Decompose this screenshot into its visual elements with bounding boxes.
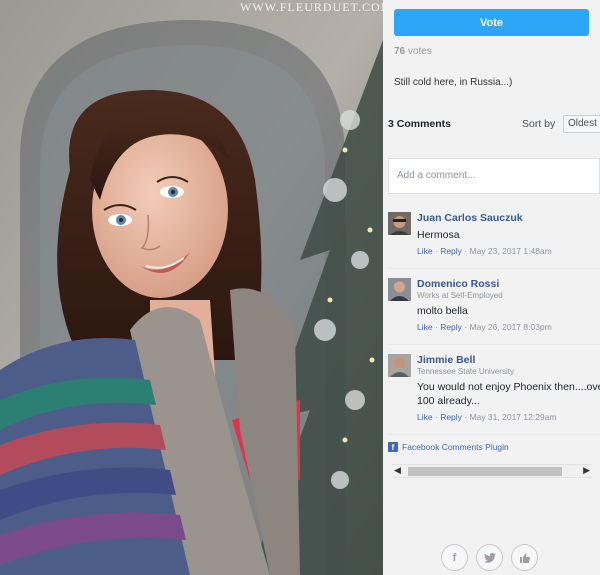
comment-author-subtitle: Works at Self-Employed — [417, 291, 503, 300]
reply-link[interactable]: Reply — [440, 322, 462, 332]
sort-selected-value: Oldest — [568, 118, 597, 129]
vote-count: 76 votes — [394, 46, 432, 57]
twitter-icon — [483, 552, 496, 563]
watermark: WWW.FLEURDUET.COM — [240, 0, 383, 14]
comment-date: May 23, 2017 1:48am — [469, 246, 552, 256]
reply-link[interactable]: Reply — [440, 412, 462, 422]
divider — [388, 268, 600, 269]
thumbs-up-icon — [519, 553, 530, 563]
facebook-comments-plugin-link[interactable]: f Facebook Comments Plugin — [388, 442, 509, 452]
comment-item: Jimmie Bell Tennessee State University Y… — [388, 354, 600, 430]
main-photo: WWW.FLEURDUET.COM — [0, 0, 383, 575]
vote-count-label: votes — [407, 46, 432, 57]
side-panel: Vote 76 votes Still cold here, in Russia… — [383, 0, 600, 575]
like-link[interactable]: Like — [417, 322, 433, 332]
comment-body: Jimmie Bell Tennessee State University Y… — [417, 354, 600, 422]
sort-label: Sort by — [522, 118, 556, 130]
separator-dot: · — [434, 322, 438, 332]
separator-dot: · — [464, 412, 468, 422]
comment-meta: Like · Reply · May 23, 2017 1:48am — [417, 246, 600, 256]
comment-author[interactable]: Domenico Rossi — [417, 278, 600, 290]
reply-link[interactable]: Reply — [440, 246, 462, 256]
comments-count: 3 Comments — [388, 118, 452, 130]
comment-input[interactable]: Add a comment... — [388, 158, 600, 194]
scrollbar-thumb[interactable] — [408, 467, 562, 476]
like-link[interactable]: Like — [417, 246, 433, 256]
sort-select[interactable]: Oldest▼ — [563, 115, 600, 133]
separator-dot: · — [464, 246, 468, 256]
facebook-share-button[interactable]: f — [441, 544, 468, 571]
separator-dot: · — [434, 246, 438, 256]
comment-text: Hermosa — [417, 229, 460, 241]
separator-dot: · — [464, 322, 468, 332]
divider — [388, 434, 600, 435]
vote-count-number: 76 — [394, 46, 406, 57]
share-buttons: f — [441, 544, 538, 571]
comment-author[interactable]: Jimmie Bell — [417, 354, 600, 366]
comment-body: Domenico Rossi Works at Self-Employed mo… — [417, 278, 600, 332]
vote-button[interactable]: Vote — [394, 9, 589, 36]
divider — [388, 344, 600, 345]
plugin-label: Facebook Comments Plugin — [402, 442, 509, 452]
portrait-illustration — [0, 0, 383, 575]
avatar[interactable] — [388, 354, 411, 377]
like-share-button[interactable] — [511, 544, 538, 571]
comment-meta: Like · Reply · May 26, 2017 8:03pm — [417, 322, 600, 332]
avatar[interactable] — [388, 278, 411, 301]
facebook-icon: f — [388, 442, 398, 452]
photo-caption: Still cold here, in Russia...) — [394, 77, 513, 88]
comment-author-subtitle: Tennessee State University — [417, 367, 514, 376]
horizontal-scrollbar[interactable]: ◀ ▶ — [392, 464, 592, 478]
like-link[interactable]: Like — [417, 412, 433, 422]
comment-text-continued: 100 already... — [417, 395, 480, 407]
avatar[interactable] — [388, 212, 411, 235]
comment-text: molto bella — [417, 305, 468, 317]
facebook-icon: f — [452, 551, 457, 564]
comment-meta: Like · Reply · May 31, 2017 12:29am — [417, 412, 600, 422]
comment-item: Domenico Rossi Works at Self-Employed mo… — [388, 278, 600, 338]
twitter-share-button[interactable] — [476, 544, 503, 571]
comment-item: Juan Carlos Sauczuk Hermosa Like · Reply… — [388, 212, 600, 262]
scroll-left-arrow-icon[interactable]: ◀ — [394, 465, 401, 476]
comment-body: Juan Carlos Sauczuk Hermosa Like · Reply… — [417, 212, 600, 256]
comments-header: 3 Comments Sort by Oldest▼ — [388, 114, 600, 138]
comment-text: You would not enjoy Phoenix then....over — [417, 381, 600, 393]
scroll-right-arrow-icon[interactable]: ▶ — [583, 465, 590, 476]
comment-date: May 26, 2017 8:03pm — [469, 322, 552, 332]
comment-author[interactable]: Juan Carlos Sauczuk — [417, 212, 600, 224]
comment-date: May 31, 2017 12:29am — [469, 412, 557, 422]
separator-dot: · — [434, 412, 438, 422]
